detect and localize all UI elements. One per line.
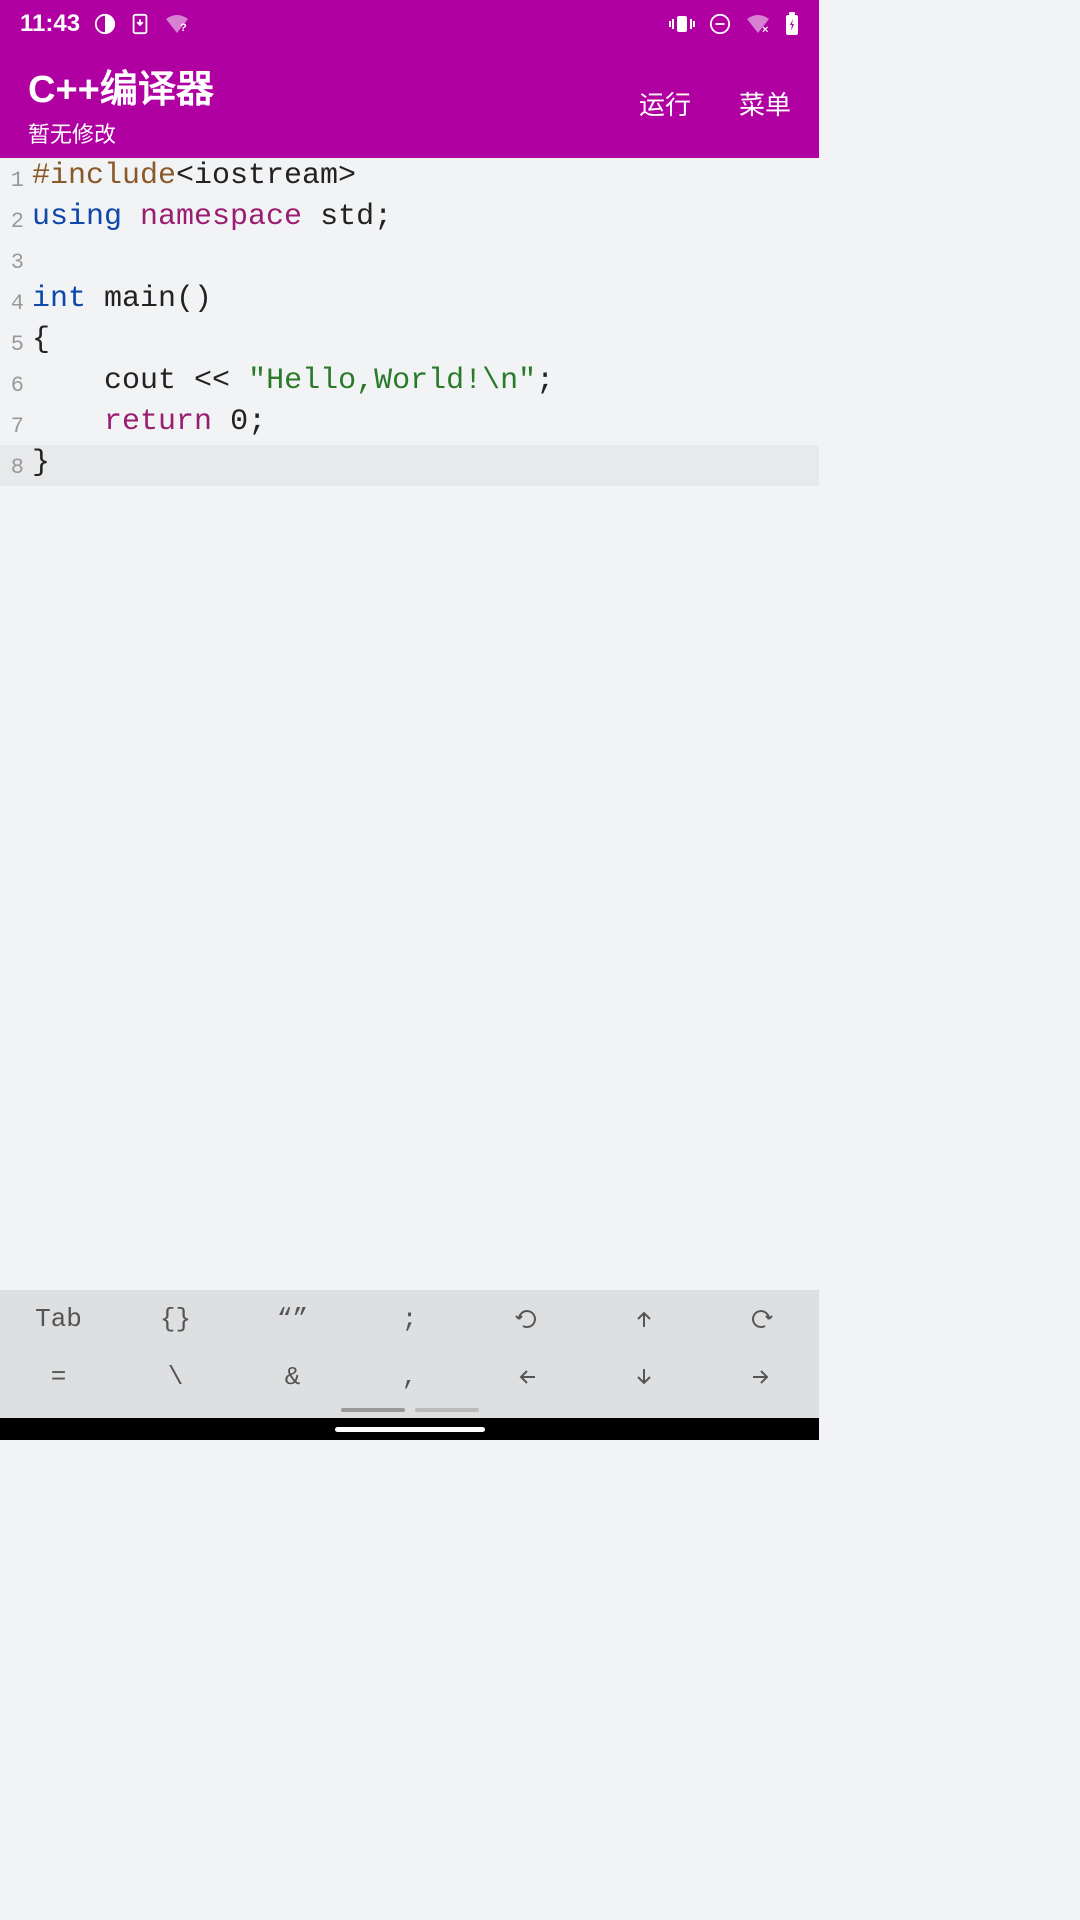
system-nav-bar — [0, 1418, 819, 1440]
line-content[interactable]: } — [28, 445, 819, 486]
line-number: 8 — [0, 445, 28, 486]
key-left[interactable] — [468, 1348, 585, 1406]
line-content[interactable]: cout << "Hello,World!\n"; — [28, 363, 819, 404]
key-undo[interactable] — [468, 1290, 585, 1348]
app-indicator-icon — [94, 13, 116, 35]
code-line[interactable]: 6 cout << "Hello,World!\n"; — [0, 363, 819, 404]
code-line[interactable]: 5{ — [0, 322, 819, 363]
key-comma[interactable]: , — [351, 1348, 468, 1406]
line-number: 3 — [0, 240, 28, 281]
key-down[interactable] — [585, 1348, 702, 1406]
line-number: 6 — [0, 363, 28, 404]
key-up[interactable] — [585, 1290, 702, 1348]
code-line[interactable]: 4int main() — [0, 281, 819, 322]
redo-icon — [749, 1307, 773, 1331]
status-left: 11:43 ? — [20, 10, 190, 38]
app-header-left: C++编译器 暂无修改 — [28, 58, 214, 149]
page-indicator — [0, 1408, 819, 1412]
symbol-keyboard: Tab{}“”; =\&, — [0, 1290, 819, 1418]
indicator-2 — [415, 1408, 479, 1412]
app-header-right: 运行 菜单 — [639, 85, 791, 122]
line-content[interactable]: int main() — [28, 281, 819, 322]
arrow-right-icon — [749, 1365, 773, 1389]
key-equals[interactable]: = — [0, 1348, 117, 1406]
status-time: 11:43 — [20, 10, 80, 38]
undo-icon — [515, 1307, 539, 1331]
svg-text:?: ? — [180, 22, 187, 34]
line-number: 2 — [0, 199, 28, 240]
app-header: C++编译器 暂无修改 运行 菜单 — [0, 48, 819, 158]
battery-charging-icon — [785, 12, 799, 36]
code-line[interactable]: 2using namespace std; — [0, 199, 819, 240]
code-line[interactable]: 7 return 0; — [0, 404, 819, 445]
indicator-1 — [341, 1408, 405, 1412]
vibrate-icon — [669, 14, 695, 34]
line-content[interactable]: { — [28, 322, 819, 363]
arrow-down-icon — [632, 1365, 656, 1389]
run-button[interactable]: 运行 — [639, 85, 691, 122]
line-content[interactable]: using namespace std; — [28, 199, 819, 240]
wifi-error-icon: × — [745, 13, 771, 35]
key-ampersand[interactable]: & — [234, 1348, 351, 1406]
status-right: × — [669, 12, 799, 36]
arrow-up-icon — [632, 1307, 656, 1331]
key-braces[interactable]: {} — [117, 1290, 234, 1348]
arrow-left-icon — [515, 1365, 539, 1389]
line-number: 5 — [0, 322, 28, 363]
code-line[interactable]: 3 — [0, 240, 819, 281]
key-row-2: =\&, — [0, 1348, 819, 1406]
line-number: 1 — [0, 158, 28, 199]
status-bar: 11:43 ? × — [0, 0, 819, 48]
key-tab[interactable]: Tab — [0, 1290, 117, 1348]
key-redo[interactable] — [702, 1290, 819, 1348]
line-number: 4 — [0, 281, 28, 322]
nav-handle[interactable] — [335, 1427, 485, 1432]
key-backslash[interactable]: \ — [117, 1348, 234, 1406]
code-line[interactable]: 1#include<iostream> — [0, 158, 819, 199]
dnd-icon — [709, 13, 731, 35]
download-icon — [130, 13, 150, 35]
app-subtitle: 暂无修改 — [28, 117, 214, 149]
line-content[interactable]: #include<iostream> — [28, 158, 819, 199]
key-right[interactable] — [702, 1348, 819, 1406]
svg-text:×: × — [762, 24, 768, 35]
wifi-question-icon: ? — [164, 13, 190, 35]
key-quotes[interactable]: “” — [234, 1290, 351, 1348]
app-title: C++编译器 — [28, 58, 214, 113]
code-editor[interactable]: 1#include<iostream>2using namespace std;… — [0, 158, 819, 1290]
key-semicolon[interactable]: ; — [351, 1290, 468, 1348]
code-line[interactable]: 8} — [0, 445, 819, 486]
menu-button[interactable]: 菜单 — [739, 85, 791, 122]
line-content[interactable] — [28, 240, 819, 281]
line-number: 7 — [0, 404, 28, 445]
key-row-1: Tab{}“”; — [0, 1290, 819, 1348]
line-content[interactable]: return 0; — [28, 404, 819, 445]
